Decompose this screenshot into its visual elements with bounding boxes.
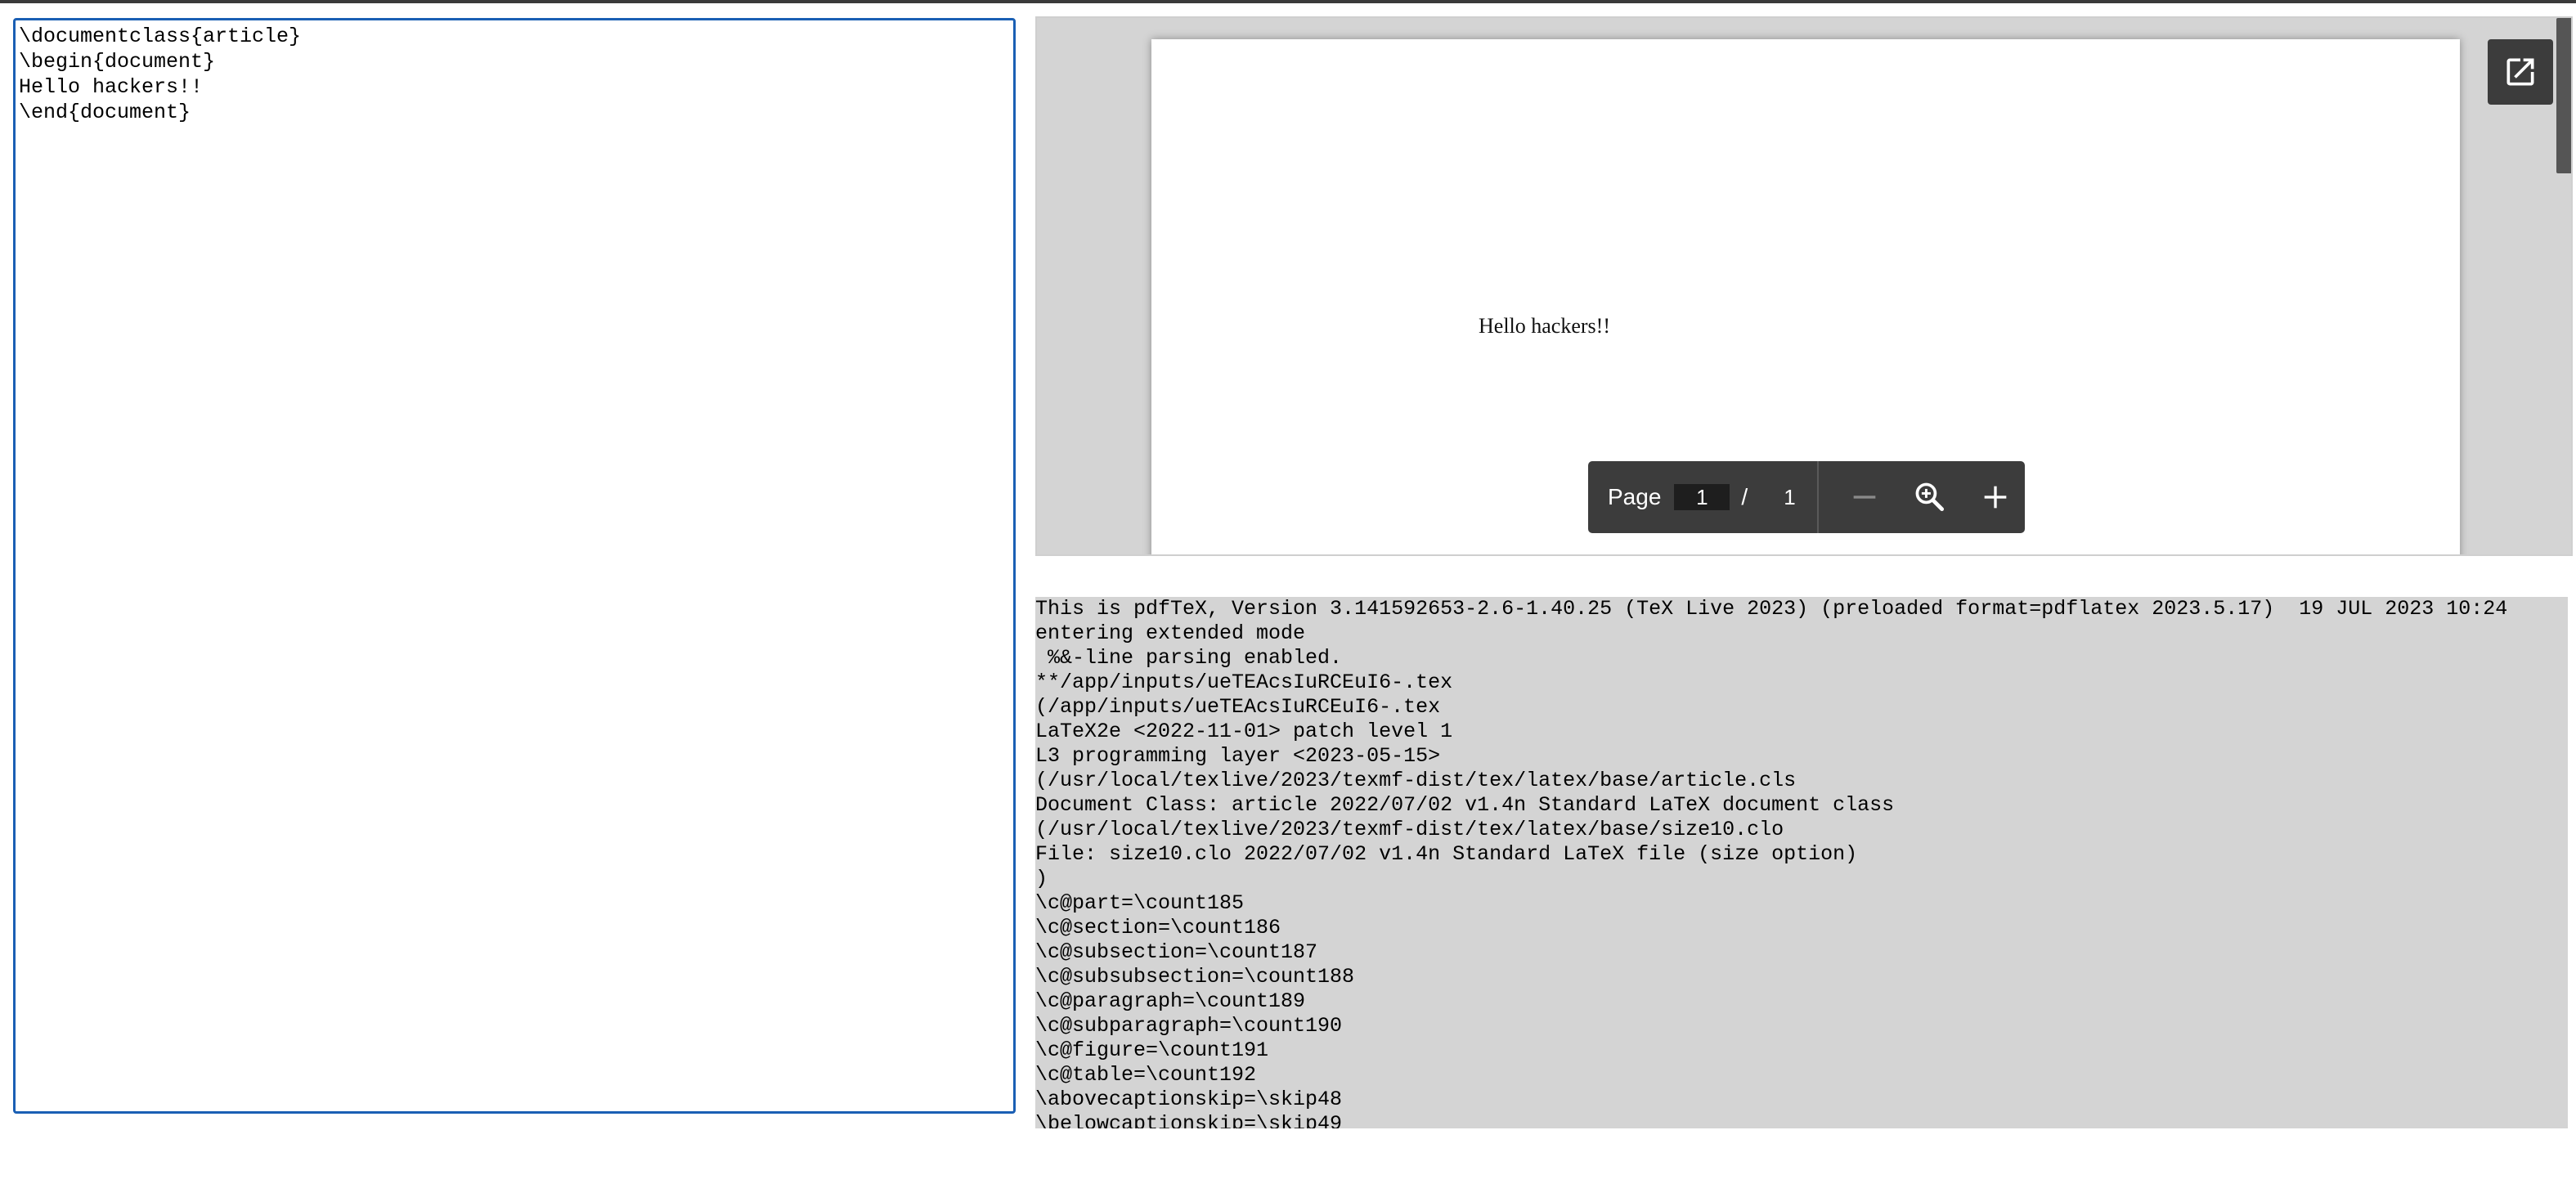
log-line: \c@figure=\count191: [1035, 1038, 1269, 1062]
open-external-button[interactable]: [2488, 39, 2553, 105]
top-border: [0, 0, 2576, 3]
log-line: \c@subparagraph=\count190: [1035, 1014, 1343, 1038]
log-line: \c@part=\count185: [1035, 891, 1245, 915]
page-label: Page: [1608, 484, 1662, 509]
log-line: \c@table=\count192: [1035, 1063, 1257, 1087]
log-line: L3 programming layer <2023-05-15>: [1035, 744, 1441, 768]
compile-log: This is pdfTeX, Version 3.141592653-2.6-…: [1035, 597, 2568, 1128]
log-line: (/app/inputs/ueTEAcsIuRCEuI6-.tex: [1035, 695, 1441, 719]
log-line: (/usr/local/texlive/2023/texmf-dist/tex/…: [1035, 769, 1797, 792]
log-line: \abovecaptionskip=\skip48: [1035, 1088, 1343, 1111]
log-line: ): [1035, 867, 1048, 890]
log-line: (/usr/local/texlive/2023/texmf-dist/tex/…: [1035, 818, 1784, 841]
log-line: File: size10.clo 2022/07/02 v1.4n Standa…: [1035, 842, 1858, 866]
log-line: \belowcaptionskip=\skip49: [1035, 1112, 1343, 1128]
page-separator: /: [1741, 484, 1748, 509]
log-line: LaTeX2e <2022-11-01> patch level 1: [1035, 720, 1453, 743]
log-line: This is pdfTeX, Version 3.141592653-2.6-…: [1035, 597, 2508, 621]
zoom-in-button[interactable]: [1963, 461, 2028, 533]
plus-icon: [1984, 486, 2006, 509]
log-line: Document Class: article 2022/07/02 v1.4n…: [1035, 793, 1895, 817]
pdf-toolbar: Page / 1: [1588, 461, 2025, 533]
page-number-input[interactable]: [1674, 484, 1730, 510]
log-line: entering extended mode: [1035, 621, 1306, 645]
log-line: \c@section=\count186: [1035, 916, 1281, 940]
zoom-fit-button[interactable]: [1897, 461, 1963, 533]
zoom-controls: [1819, 461, 2028, 533]
pdf-viewer[interactable]: Hello hackers!! Page / 1: [1035, 16, 2573, 556]
log-line: \c@subsection=\count187: [1035, 940, 1318, 964]
pdf-page-text: Hello hackers!!: [1479, 314, 1610, 338]
latex-source-editor[interactable]: [13, 18, 1016, 1114]
viewer-scrollbar-thumb[interactable]: [2556, 18, 2571, 173]
magnifier-zoom-icon: [1915, 482, 1944, 512]
minus-icon: [1853, 496, 1875, 499]
open-in-new-icon: [2506, 58, 2534, 86]
page-navigation: Page / 1: [1588, 461, 1819, 533]
page-total: 1: [1784, 484, 1796, 509]
zoom-out-button[interactable]: [1832, 461, 1897, 533]
log-line: **/app/inputs/ueTEAcsIuRCEuI6-.tex: [1035, 670, 1453, 694]
log-line: %&-line parsing enabled.: [1035, 646, 1343, 670]
log-line: \c@paragraph=\count189: [1035, 989, 1306, 1013]
log-line: \c@subsubsection=\count188: [1035, 965, 1355, 989]
